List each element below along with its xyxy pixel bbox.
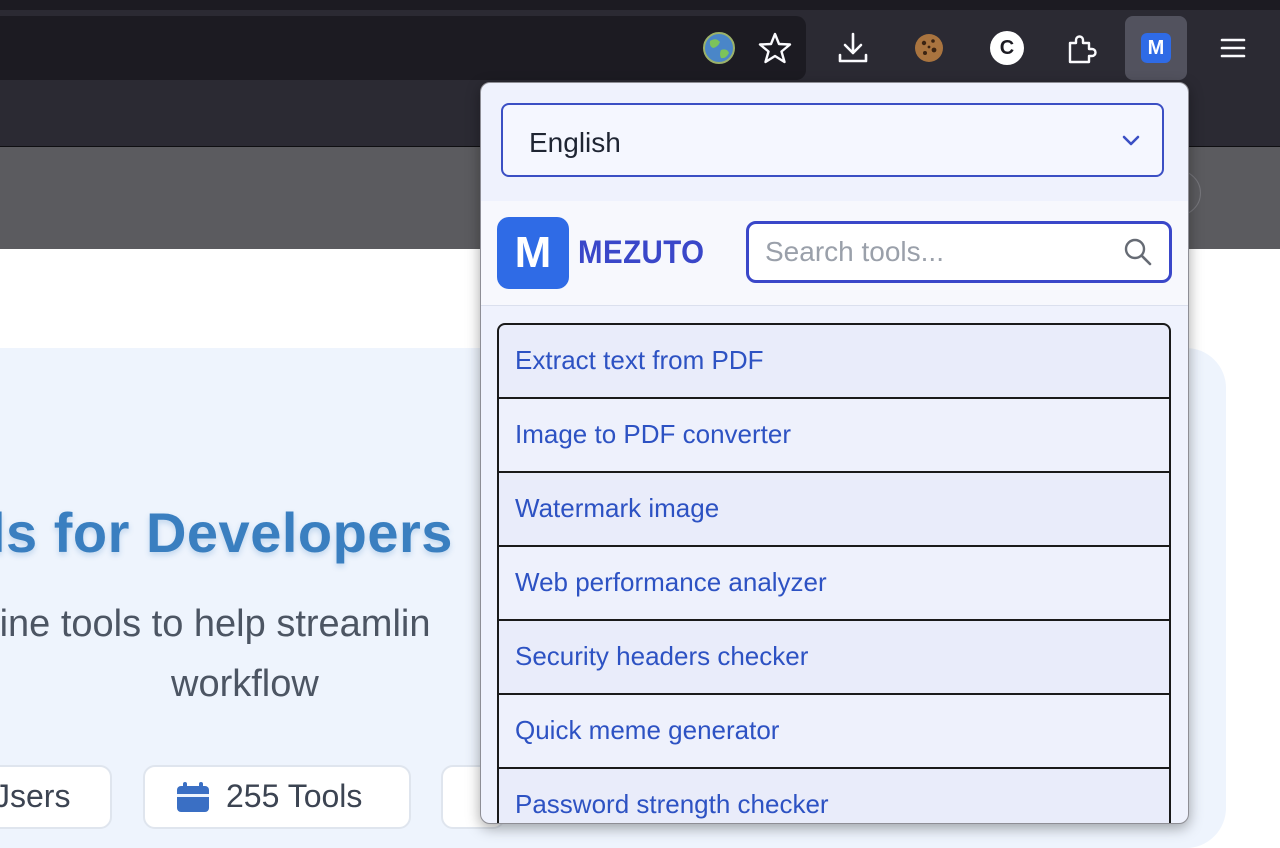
star-icon[interactable]: [744, 16, 806, 80]
globe-icon[interactable]: [688, 16, 750, 80]
chevron-down-icon: [1120, 129, 1142, 156]
mezuto-logo: M: [497, 217, 569, 289]
search-icon[interactable]: [1123, 237, 1153, 272]
hero-subtitle-line1: nline tools to help streamlin: [0, 603, 431, 645]
tool-link[interactable]: Quick meme generator: [515, 715, 779, 746]
list-item[interactable]: Security headers checker: [497, 621, 1171, 695]
tool-link[interactable]: Web performance analyzer: [515, 567, 827, 598]
stat-tools-text: 255 Tools: [226, 778, 363, 814]
language-selected-value: English: [529, 127, 621, 158]
search-box[interactable]: [746, 221, 1172, 283]
list-item[interactable]: Quick meme generator: [497, 695, 1171, 769]
brand-header: M MEZUTO: [481, 201, 1188, 306]
list-item[interactable]: Extract text from PDF: [497, 323, 1171, 399]
window-top-strip: [0, 0, 1280, 10]
list-item[interactable]: Watermark image: [497, 473, 1171, 547]
search-input[interactable]: [765, 234, 1105, 270]
mezuto-extension-icon[interactable]: M: [1125, 16, 1187, 80]
tool-link[interactable]: Watermark image: [515, 493, 719, 524]
list-item[interactable]: Web performance analyzer: [497, 547, 1171, 621]
hero-title: ls for Developers: [0, 501, 453, 564]
mezuto-badge-letter: M: [1141, 33, 1171, 63]
tool-link[interactable]: Image to PDF converter: [515, 419, 791, 450]
tool-link[interactable]: Password strength checker: [515, 789, 829, 820]
list-item[interactable]: Password strength checker: [497, 769, 1171, 823]
hero-subtitle-line2: workflow: [171, 663, 319, 705]
tool-list: Extract text from PDF Image to PDF conve…: [497, 323, 1171, 823]
menu-icon[interactable]: [1202, 16, 1264, 80]
download-icon[interactable]: [822, 16, 884, 80]
list-item[interactable]: Image to PDF converter: [497, 399, 1171, 473]
language-select[interactable]: English: [501, 103, 1164, 177]
extension-popup: English M MEZUTO Extract text from PDF I…: [480, 82, 1189, 824]
stat-users-text: Jsers: [0, 778, 71, 814]
tool-link[interactable]: Security headers checker: [515, 641, 808, 672]
c-extension-icon[interactable]: C: [976, 16, 1038, 80]
url-bar[interactable]: [0, 16, 806, 80]
c-badge-letter: C: [990, 31, 1024, 65]
brand-name: MEZUTO: [578, 234, 705, 270]
cookie-icon[interactable]: [898, 16, 960, 80]
puzzle-icon[interactable]: [1050, 16, 1112, 80]
tool-link[interactable]: Extract text from PDF: [515, 345, 764, 376]
